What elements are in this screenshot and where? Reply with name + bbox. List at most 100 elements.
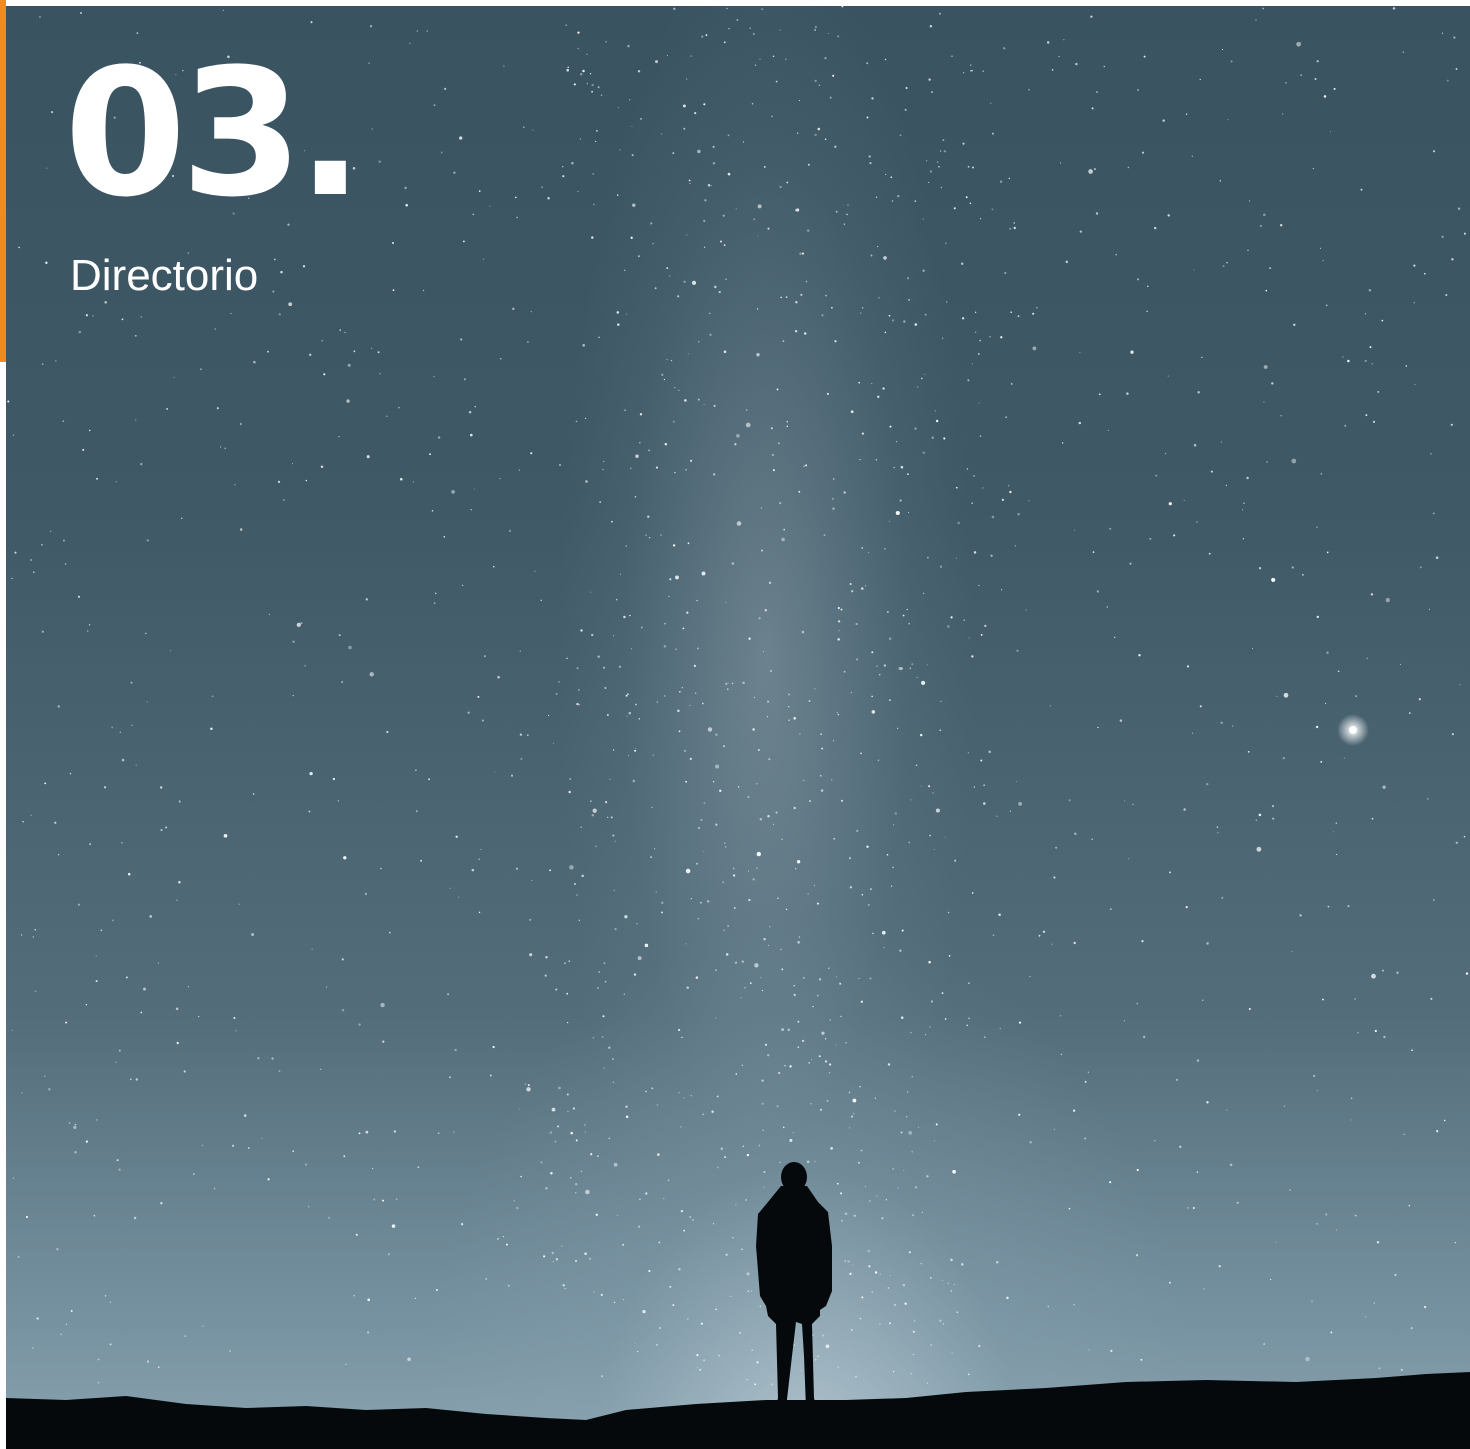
star: [576, 894, 578, 896]
star: [234, 484, 236, 486]
star: [899, 949, 902, 952]
star: [803, 465, 805, 468]
star: [677, 389, 680, 392]
star: [759, 818, 763, 821]
star: [130, 681, 133, 684]
star: [875, 196, 878, 198]
star: [1443, 1119, 1446, 1122]
star: [970, 69, 972, 72]
star: [358, 1023, 361, 1026]
star: [890, 176, 893, 179]
star: [223, 833, 228, 838]
star: [973, 551, 977, 554]
star: [578, 689, 580, 691]
star: [1222, 265, 1225, 268]
star: [920, 1262, 923, 1265]
star: [364, 892, 367, 895]
star: [1271, 805, 1275, 808]
star: [201, 1144, 203, 1146]
star: [530, 452, 533, 455]
star: [703, 403, 705, 406]
star: [502, 1235, 505, 1238]
star: [691, 280, 697, 286]
star: [639, 442, 641, 444]
star: [948, 955, 951, 957]
star: [1124, 800, 1126, 802]
star: [111, 919, 114, 922]
star: [624, 915, 628, 919]
star: [769, 926, 771, 928]
star: [871, 710, 876, 714]
star: [460, 1223, 464, 1226]
star: [703, 219, 706, 222]
star: [80, 12, 82, 14]
star: [695, 692, 697, 694]
star: [926, 664, 928, 666]
star: [922, 592, 925, 595]
star: [96, 477, 98, 480]
star: [367, 1331, 370, 1334]
star: [20, 934, 23, 936]
star: [1154, 1140, 1156, 1142]
star: [482, 258, 485, 260]
star: [978, 402, 980, 404]
star: [88, 624, 91, 626]
star: [634, 749, 637, 752]
star: [1136, 1002, 1138, 1005]
star: [414, 1297, 417, 1300]
star: [715, 733, 718, 737]
star: [600, 1293, 603, 1297]
star: [489, 1074, 492, 1077]
star: [849, 1272, 852, 1275]
star: [833, 740, 835, 742]
star: [973, 786, 976, 788]
star: [866, 62, 869, 65]
star: [625, 1115, 629, 1119]
star: [786, 425, 789, 428]
star: [140, 1011, 143, 1014]
star: [1029, 1140, 1032, 1144]
star: [673, 7, 676, 11]
star: [1136, 1168, 1139, 1172]
star: [557, 1125, 560, 1128]
star: [850, 1329, 853, 1331]
star: [655, 1343, 658, 1346]
star: [638, 1225, 641, 1228]
star: [202, 1325, 204, 1327]
star: [716, 1166, 719, 1169]
star: [840, 1015, 842, 1018]
star: [398, 407, 400, 409]
star: [697, 398, 700, 401]
star: [1350, 1097, 1353, 1100]
star: [768, 758, 771, 761]
star: [947, 625, 950, 628]
star: [806, 1160, 810, 1164]
star: [656, 701, 658, 703]
star: [1206, 942, 1209, 945]
star: [760, 507, 762, 509]
star: [437, 436, 441, 439]
star: [696, 1366, 698, 1368]
star: [282, 498, 285, 501]
star: [805, 280, 808, 283]
star: [859, 1086, 861, 1088]
star: [803, 332, 807, 335]
star: [555, 988, 558, 991]
star: [929, 25, 933, 28]
star: [851, 1115, 853, 1118]
star: [243, 1114, 247, 1117]
star: [803, 779, 805, 782]
star: [910, 799, 912, 801]
star: [866, 116, 869, 119]
star: [931, 436, 934, 439]
star: [49, 530, 52, 533]
star: [922, 451, 926, 455]
star: [1455, 68, 1458, 70]
star: [680, 1126, 682, 1128]
star: [291, 463, 294, 465]
star: [782, 340, 785, 342]
star: [157, 962, 159, 964]
star: [726, 7, 728, 10]
star: [392, 242, 394, 244]
star: [1300, 41, 1302, 43]
